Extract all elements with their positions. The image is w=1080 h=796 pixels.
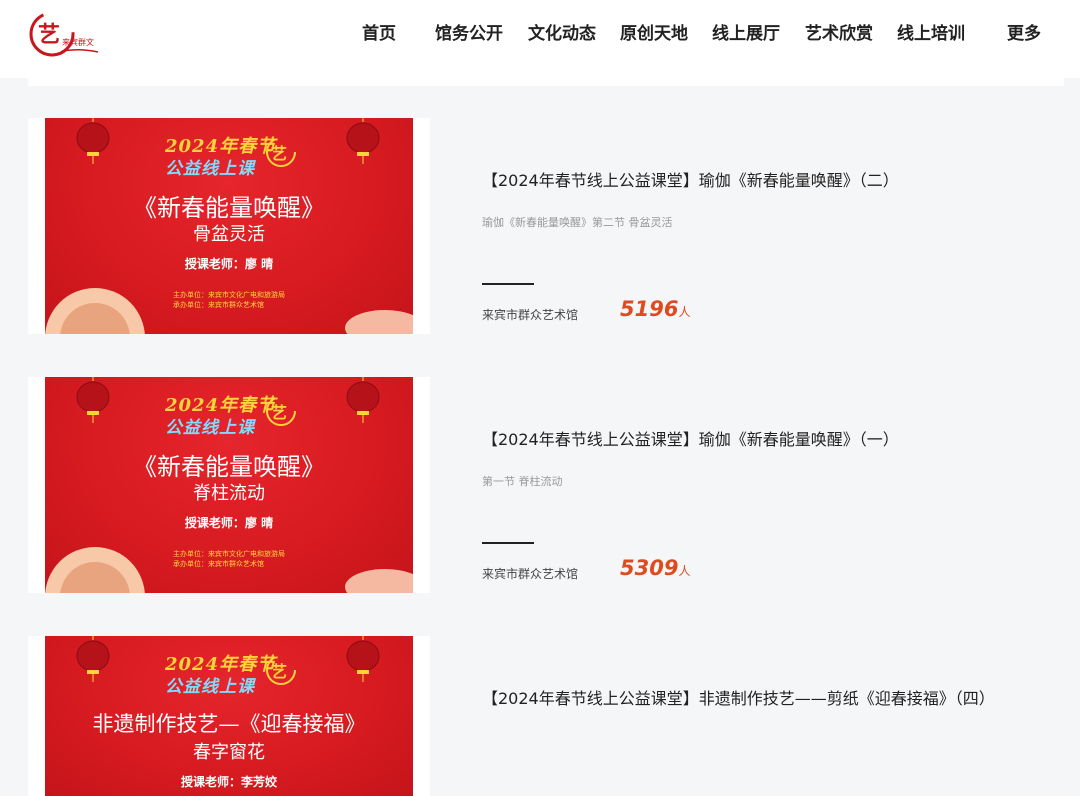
header-divider xyxy=(28,78,1064,86)
thumbnail-title: 《新春能量唤醒》 xyxy=(133,194,325,222)
course-thumbnail-frame[interactable]: 2024年春节 公益线上课 艺 非遗制作技艺—《迎春接福》 春字窗花 授课老师：… xyxy=(28,636,430,796)
lantern-icon xyxy=(346,636,380,682)
thumbnail-subtitle: 春字窗花 xyxy=(193,742,265,763)
course-organizer: 来宾市群众艺术馆 xyxy=(482,308,579,322)
nav-affairs[interactable]: 馆务公开 xyxy=(435,22,503,46)
cloud-decoration-icon xyxy=(345,310,413,334)
course-organizer: 来宾市群众艺术馆 xyxy=(482,567,579,581)
nav-home[interactable]: 首页 xyxy=(362,22,396,46)
nav-online-gallery[interactable]: 线上展厅 xyxy=(712,22,780,46)
course-divider xyxy=(482,542,534,544)
view-count-number: 5309 xyxy=(620,556,679,580)
course-thumbnail-frame[interactable]: 2024年春节 公益线上课 艺 《新春能量唤醒》 骨盆灵活 授课老师：廖 晴 主… xyxy=(28,118,430,334)
course-thumbnail-frame[interactable]: 2024年春节 公益线上课 艺 《新春能量唤醒》 脊柱流动 授课老师：廖 晴 主… xyxy=(28,377,430,593)
svg-text:艺: 艺 xyxy=(38,22,60,48)
site-header: 艺 来宾群文 首页 馆务公开 文化动态 原创天地 线上展厅 艺术欣赏 线上培训 … xyxy=(0,0,1080,78)
thumbnail-organizer: 承办单位：来宾市群众艺术馆 xyxy=(173,560,264,568)
course-view-count: 5196人 xyxy=(620,297,690,321)
course-card[interactable]: 2024年春节 公益线上课 艺 非遗制作技艺—《迎春接福》 春字窗花 授课老师：… xyxy=(28,636,1064,796)
lantern-icon xyxy=(346,377,380,423)
course-card[interactable]: 2024年春节 公益线上课 艺 《新春能量唤醒》 骨盆灵活 授课老师：廖 晴 主… xyxy=(28,118,1064,334)
thumbnail-subtitle: 脊柱流动 xyxy=(193,483,265,504)
banner-logo-icon: 艺 xyxy=(266,137,296,167)
course-divider xyxy=(482,283,534,285)
nav-culture-news[interactable]: 文化动态 xyxy=(528,22,596,46)
thumbnail-organizer: 承办单位：来宾市群众艺术馆 xyxy=(173,301,264,309)
banner-logo-icon: 艺 xyxy=(266,396,296,426)
thumbnail-subtitle: 骨盆灵活 xyxy=(193,224,265,245)
cloud-decoration-icon xyxy=(345,569,413,593)
course-thumbnail[interactable]: 2024年春节 公益线上课 艺 《新春能量唤醒》 脊柱流动 授课老师：廖 晴 主… xyxy=(45,377,413,593)
svg-text:艺: 艺 xyxy=(271,662,287,681)
course-title[interactable]: 【2024年春节线上公益课堂】非遗制作技艺——剪纸《迎春接福》（四） xyxy=(482,685,995,709)
banner-subtitle: 公益线上课 xyxy=(165,159,255,179)
thumbnail-host: 主办单位：来宾市文化广电和旅游局 xyxy=(173,550,285,558)
nav-online-training[interactable]: 线上培训 xyxy=(897,22,965,46)
fan-decoration-icon xyxy=(45,288,145,334)
fan-decoration-icon xyxy=(45,547,145,593)
course-view-count: 5309人 xyxy=(620,556,690,580)
nav-more[interactable]: 更多 xyxy=(1007,22,1041,46)
svg-text:艺: 艺 xyxy=(271,403,287,422)
lantern-icon xyxy=(76,636,110,682)
course-thumbnail[interactable]: 2024年春节 公益线上课 艺 《新春能量唤醒》 骨盆灵活 授课老师：廖 晴 主… xyxy=(45,118,413,334)
banner-subtitle: 公益线上课 xyxy=(165,418,255,438)
svg-text:来宾群文: 来宾群文 xyxy=(62,37,94,47)
course-description: 第一节 脊柱流动 xyxy=(482,475,563,488)
svg-text:艺: 艺 xyxy=(271,144,287,163)
course-title[interactable]: 【2024年春节线上公益课堂】瑜伽《新春能量唤醒》（一） xyxy=(482,426,899,450)
lantern-icon xyxy=(76,377,110,423)
view-count-number: 5196 xyxy=(620,297,679,321)
course-description: 瑜伽《新春能量唤醒》第二节 骨盆灵活 xyxy=(482,216,673,229)
course-title[interactable]: 【2024年春节线上公益课堂】瑜伽《新春能量唤醒》（二） xyxy=(482,167,899,191)
view-count-unit: 人 xyxy=(678,305,691,319)
nav-original[interactable]: 原创天地 xyxy=(620,22,688,46)
course-thumbnail[interactable]: 2024年春节 公益线上课 艺 非遗制作技艺—《迎春接福》 春字窗花 授课老师：… xyxy=(45,636,413,796)
banner-logo-icon: 艺 xyxy=(266,655,296,685)
thumbnail-host: 主办单位：来宾市文化广电和旅游局 xyxy=(173,291,285,299)
thumbnail-title: 《新春能量唤醒》 xyxy=(133,453,325,481)
thumbnail-teacher: 授课老师：李芳姣 xyxy=(180,775,277,789)
thumbnail-title: 非遗制作技艺—《迎春接福》 xyxy=(92,712,366,736)
site-logo[interactable]: 艺 来宾群文 xyxy=(28,8,100,60)
course-card[interactable]: 2024年春节 公益线上课 艺 《新春能量唤醒》 脊柱流动 授课老师：廖 晴 主… xyxy=(28,377,1064,593)
lantern-icon xyxy=(76,118,110,164)
nav-art-appreciation[interactable]: 艺术欣赏 xyxy=(805,22,873,46)
view-count-unit: 人 xyxy=(678,564,691,578)
banner-subtitle: 公益线上课 xyxy=(165,677,255,697)
lantern-icon xyxy=(346,118,380,164)
